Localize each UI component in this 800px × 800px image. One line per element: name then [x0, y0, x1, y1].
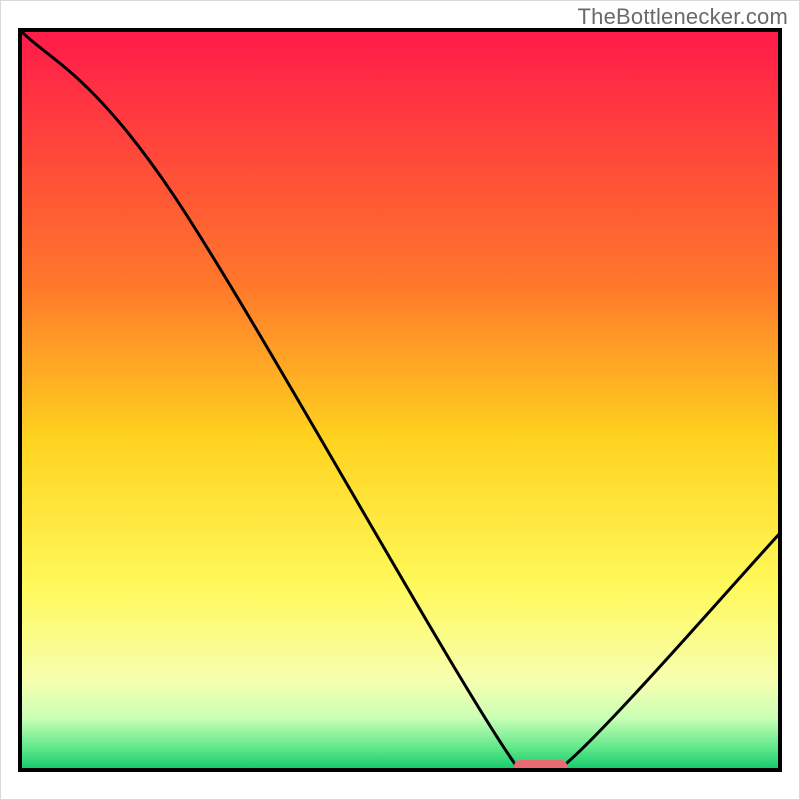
bottleneck-chart — [0, 0, 800, 800]
attribution-watermark: TheBottlenecker.com — [578, 4, 788, 30]
chart-container: TheBottlenecker.com — [0, 0, 800, 800]
